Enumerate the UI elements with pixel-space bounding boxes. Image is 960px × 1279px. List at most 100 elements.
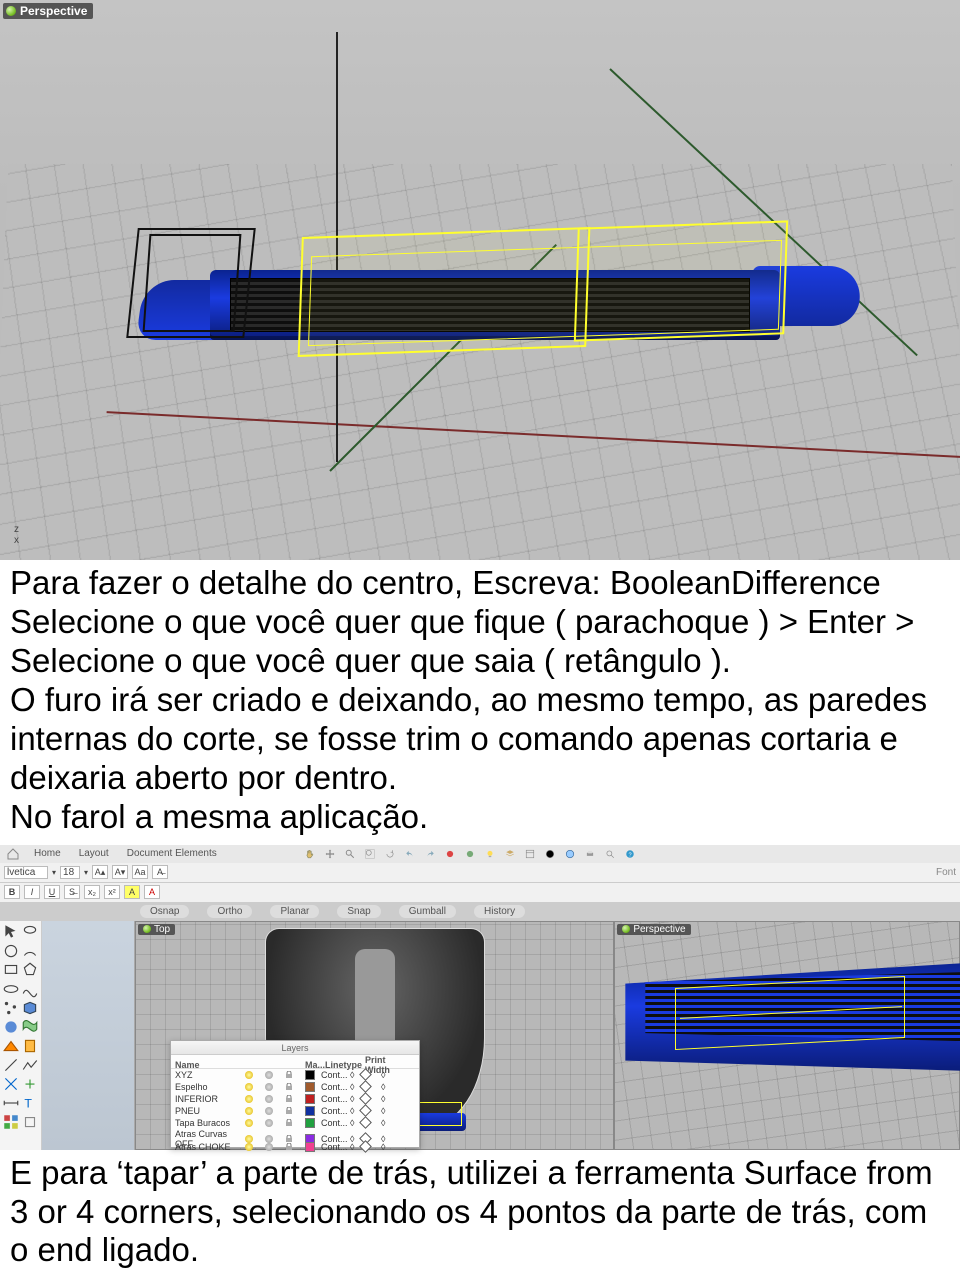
- viewport-top-label[interactable]: Top: [138, 924, 175, 935]
- line-icon[interactable]: [2, 1056, 20, 1074]
- grow-font-icon[interactable]: A▴: [92, 865, 108, 879]
- snap-osnap[interactable]: Osnap: [140, 905, 189, 918]
- tab-layout[interactable]: Layout: [75, 847, 113, 860]
- bold-icon[interactable]: B: [4, 885, 20, 899]
- extrude-icon[interactable]: [21, 1037, 39, 1055]
- tool-palette[interactable]: T: [0, 921, 42, 1150]
- ribbon-tabs[interactable]: Home Layout Document Elements ?: [0, 845, 960, 863]
- print-color-icon[interactable]: [359, 1140, 372, 1153]
- polygon-icon[interactable]: [21, 961, 39, 979]
- visibility-icon-2[interactable]: [265, 1071, 273, 1079]
- lock-icon[interactable]: [285, 1095, 293, 1103]
- shrink-font-icon[interactable]: A▾: [112, 865, 128, 879]
- zoom-sel-icon[interactable]: [601, 845, 619, 863]
- selection-rectangle-inner[interactable]: [308, 240, 782, 346]
- more-icon[interactable]: [21, 1113, 39, 1131]
- zoom-extents-icon[interactable]: [361, 845, 379, 863]
- polyline-icon[interactable]: [21, 1056, 39, 1074]
- undo-icon[interactable]: [401, 845, 419, 863]
- layer-row[interactable]: Atras Curvas OFFCont... ◊◊: [171, 1129, 419, 1141]
- print-color-icon[interactable]: [359, 1104, 372, 1117]
- tab-document-elements[interactable]: Document Elements: [123, 847, 221, 860]
- curve-icon[interactable]: [21, 980, 39, 998]
- tab-home[interactable]: Home: [30, 847, 65, 860]
- print-icon[interactable]: [581, 845, 599, 863]
- hand-icon[interactable]: [301, 845, 319, 863]
- snap-snap[interactable]: Snap: [337, 905, 380, 918]
- box-solid-icon[interactable]: [21, 999, 39, 1017]
- layer-row[interactable]: PNEUCont... ◊◊: [171, 1105, 419, 1117]
- layers-icon[interactable]: [501, 845, 519, 863]
- snap-ortho[interactable]: Ortho: [207, 905, 252, 918]
- visibility-icon-2[interactable]: [265, 1095, 273, 1103]
- visibility-icon[interactable]: [245, 1095, 253, 1103]
- style-icon[interactable]: Aa: [132, 865, 148, 879]
- font-color-icon[interactable]: A: [144, 885, 160, 899]
- visibility-icon[interactable]: [245, 1083, 253, 1091]
- layers-panel[interactable]: Layers Name Ma... Linetype Print Width X…: [170, 1040, 420, 1148]
- visibility-icon[interactable]: [245, 1135, 253, 1143]
- italic-icon[interactable]: I: [24, 885, 40, 899]
- font-name-field[interactable]: lvetica: [4, 866, 48, 879]
- wireframe-box-inner[interactable]: [143, 234, 242, 332]
- sub-icon[interactable]: x₂: [84, 885, 100, 899]
- print-color-icon[interactable]: [359, 1116, 372, 1129]
- layer-color-swatch[interactable]: [305, 1082, 315, 1092]
- rect-icon[interactable]: [2, 961, 20, 979]
- arc-icon[interactable]: [21, 942, 39, 960]
- snap-gumball[interactable]: Gumball: [399, 905, 456, 918]
- lock-icon[interactable]: [285, 1107, 293, 1115]
- visibility-icon[interactable]: [245, 1143, 253, 1151]
- visibility-icon[interactable]: [245, 1119, 253, 1127]
- text-icon[interactable]: T: [21, 1094, 39, 1112]
- visibility-icon-2[interactable]: [265, 1107, 273, 1115]
- lock-icon[interactable]: [285, 1135, 293, 1143]
- visibility-icon[interactable]: [245, 1071, 253, 1079]
- lock-icon[interactable]: [285, 1143, 293, 1151]
- viewport-label[interactable]: Perspective: [3, 3, 93, 19]
- sphere-icon[interactable]: [2, 1018, 20, 1036]
- visibility-icon-2[interactable]: [265, 1083, 273, 1091]
- redo-icon[interactable]: [421, 845, 439, 863]
- layer-row[interactable]: EspelhoCont... ◊◊: [171, 1081, 419, 1093]
- visibility-icon-2[interactable]: [265, 1119, 273, 1127]
- underline-icon[interactable]: U: [44, 885, 60, 899]
- highlight-icon[interactable]: A: [124, 885, 140, 899]
- lasso-icon[interactable]: [21, 923, 39, 941]
- points-icon[interactable]: [2, 999, 20, 1017]
- globe-icon[interactable]: [561, 845, 579, 863]
- lock-icon[interactable]: [285, 1071, 293, 1079]
- snap-planar[interactable]: Planar: [270, 905, 319, 918]
- arrow-icon[interactable]: [2, 923, 20, 941]
- layer-row[interactable]: INFERIORCont... ◊◊: [171, 1093, 419, 1105]
- visibility-icon[interactable]: [245, 1107, 253, 1115]
- viewport-perspective-small[interactable]: Perspective: [614, 921, 960, 1150]
- color-wheel-icon[interactable]: [541, 845, 559, 863]
- help-icon[interactable]: ?: [621, 845, 639, 863]
- move-icon[interactable]: [321, 845, 339, 863]
- clear-format-icon[interactable]: A̶: [152, 865, 168, 879]
- layer-color-swatch[interactable]: [305, 1070, 315, 1080]
- render-icon[interactable]: [441, 845, 459, 863]
- layer-row[interactable]: XYZCont... ◊◊: [171, 1069, 419, 1081]
- bulb-icon[interactable]: [481, 845, 499, 863]
- properties-icon[interactable]: [521, 845, 539, 863]
- zoom-icon[interactable]: [341, 845, 359, 863]
- layer-row[interactable]: Tapa BuracosCont... ◊◊: [171, 1117, 419, 1129]
- layer-color-swatch[interactable]: [305, 1142, 315, 1152]
- surface-icon[interactable]: [21, 1018, 39, 1036]
- strike-icon[interactable]: S̶: [64, 885, 80, 899]
- join-icon[interactable]: [21, 1075, 39, 1093]
- layer-color-swatch[interactable]: [305, 1118, 315, 1128]
- grid-icon[interactable]: [2, 1113, 20, 1131]
- layer-row[interactable]: Atras CHOKECont... ◊◊: [171, 1141, 419, 1153]
- viewport-perspective-large[interactable]: Perspective z x: [0, 0, 960, 560]
- circle-icon[interactable]: [2, 942, 20, 960]
- viewport-persp2-label[interactable]: Perspective: [617, 924, 690, 935]
- rotate-view-icon[interactable]: [381, 845, 399, 863]
- lock-icon[interactable]: [285, 1119, 293, 1127]
- layer-color-swatch[interactable]: [305, 1094, 315, 1104]
- visibility-icon-2[interactable]: [265, 1135, 273, 1143]
- print-color-icon[interactable]: [359, 1092, 372, 1105]
- trim-icon[interactable]: [2, 1075, 20, 1093]
